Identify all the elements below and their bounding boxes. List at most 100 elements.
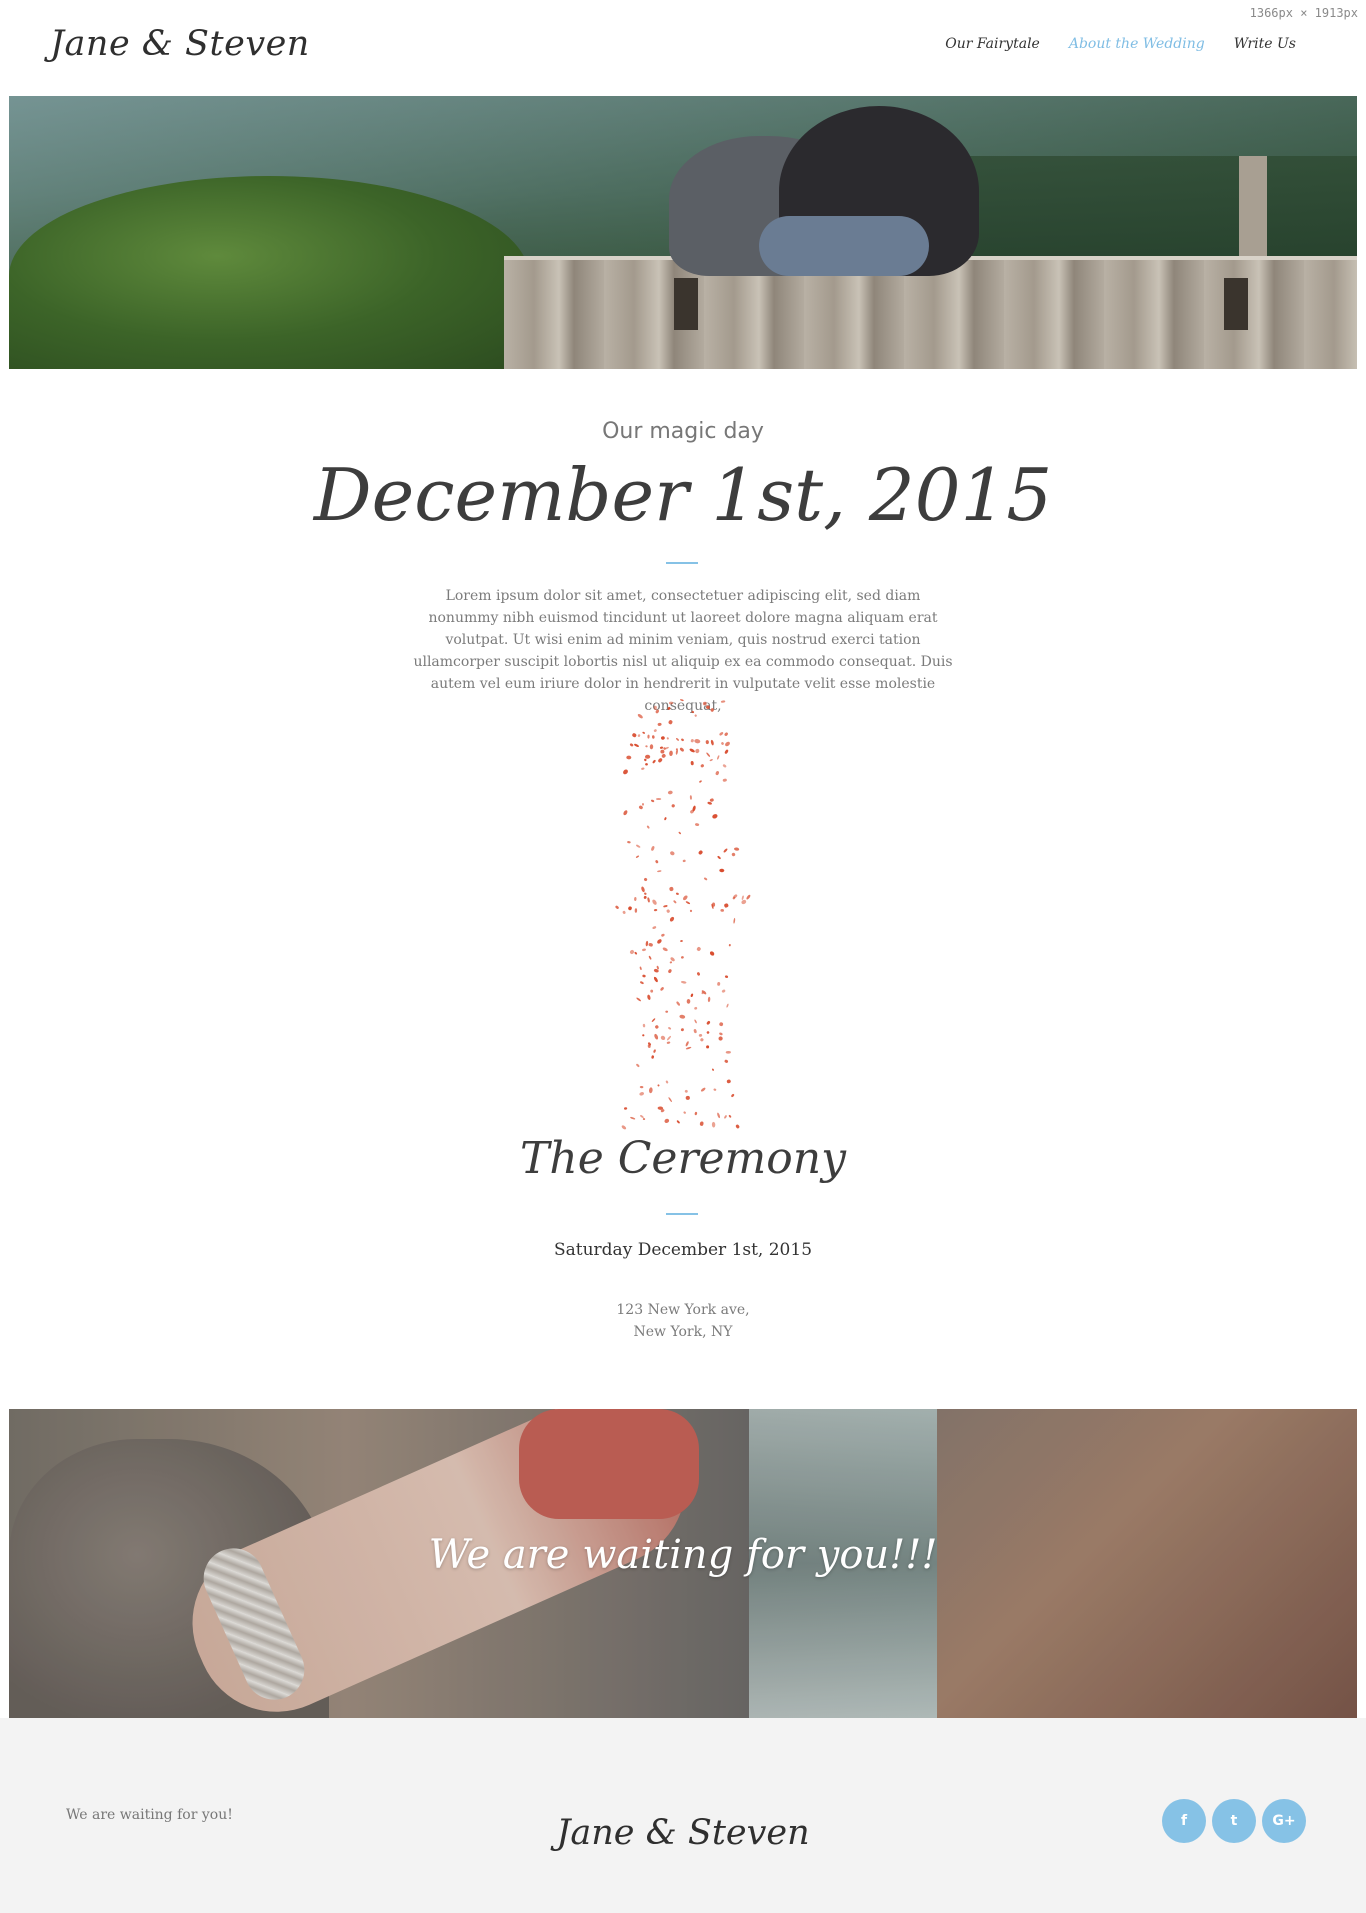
petal (724, 975, 729, 978)
petal (728, 1114, 732, 1118)
petal (623, 810, 628, 816)
petal (655, 860, 659, 864)
petal (718, 1036, 723, 1041)
nav-item-about-the-wedding[interactable]: About the Wedding (1069, 36, 1205, 52)
petal (667, 707, 671, 710)
petal (711, 1121, 716, 1128)
petal (653, 1049, 656, 1053)
petal (627, 841, 631, 844)
petal (700, 1087, 706, 1092)
petal (648, 955, 652, 960)
petal (725, 1050, 731, 1054)
petal (675, 892, 679, 895)
petal (735, 1124, 740, 1129)
petal (632, 733, 637, 738)
petal (630, 949, 634, 955)
petal (661, 754, 666, 758)
petal (647, 734, 650, 739)
petal (648, 943, 653, 947)
petal (634, 951, 638, 955)
petal (712, 814, 718, 819)
petal (680, 699, 684, 702)
twitter-icon[interactable]: t (1212, 1799, 1256, 1843)
nav-item-write-us[interactable]: Write Us (1234, 36, 1296, 52)
petal (686, 999, 691, 1004)
petal (733, 917, 736, 924)
petal (678, 831, 682, 835)
petal (664, 1118, 670, 1123)
petal (721, 989, 726, 993)
petal (684, 1089, 688, 1093)
petal (666, 737, 669, 740)
petal (726, 1079, 731, 1084)
google-plus-icon[interactable]: G+ (1262, 1799, 1306, 1843)
petal (710, 708, 714, 712)
petal (644, 758, 647, 762)
petal (634, 908, 638, 913)
petal (690, 761, 694, 766)
petal (734, 847, 740, 851)
petal (713, 1088, 717, 1091)
petal (651, 735, 655, 739)
petal (623, 769, 628, 775)
petal (656, 798, 662, 800)
petal (707, 996, 711, 1003)
falling-petals-image (615, 699, 751, 1130)
petal (638, 805, 643, 810)
petal (689, 909, 693, 913)
petal (717, 755, 720, 760)
petal (728, 944, 731, 947)
petal (719, 1022, 724, 1027)
petal (642, 1023, 646, 1028)
petal (655, 1025, 659, 1029)
petal (707, 801, 712, 805)
bench-bracket (1224, 278, 1248, 330)
petal (726, 1003, 729, 1008)
petal (685, 1041, 689, 1047)
petal (690, 993, 694, 998)
petal (635, 855, 640, 858)
petal (666, 909, 670, 913)
address-line-2: New York, NY (633, 1324, 733, 1340)
site-logo[interactable]: Jane & Steven (50, 24, 310, 64)
petal (685, 901, 691, 905)
petal (706, 1031, 710, 1034)
petal (699, 1121, 704, 1126)
petal (680, 981, 687, 984)
facebook-icon[interactable]: f (1162, 1799, 1206, 1843)
petal (657, 722, 662, 726)
petal (746, 894, 751, 900)
petal (653, 908, 658, 912)
nav-item-our-fairytale[interactable]: Our Fairytale (945, 36, 1040, 52)
petal (657, 870, 662, 873)
petal (634, 743, 639, 747)
petal (642, 974, 646, 978)
petal (685, 1095, 690, 1100)
petal (640, 981, 644, 985)
petal (695, 748, 700, 754)
petal (683, 1111, 686, 1114)
petal (722, 764, 727, 768)
petal (693, 1029, 697, 1034)
petal (694, 714, 697, 717)
petal (629, 743, 634, 747)
petal (723, 848, 728, 853)
petal (647, 994, 651, 1000)
address-line-1: 123 New York ave, (616, 1302, 750, 1318)
main-nav: Our Fairytale About the Wedding Write Us (945, 36, 1296, 52)
petal (637, 734, 641, 737)
petal (698, 1033, 703, 1037)
petal (664, 817, 667, 821)
petal (685, 1046, 692, 1050)
forest (937, 156, 1357, 266)
petal (637, 714, 643, 719)
petal (657, 939, 662, 944)
petal (679, 1014, 686, 1019)
divider-line (666, 1213, 698, 1215)
petal (652, 899, 657, 905)
petal (722, 778, 727, 782)
bush (9, 176, 529, 369)
petal (668, 720, 673, 725)
petal (667, 790, 673, 795)
petal (702, 701, 707, 706)
